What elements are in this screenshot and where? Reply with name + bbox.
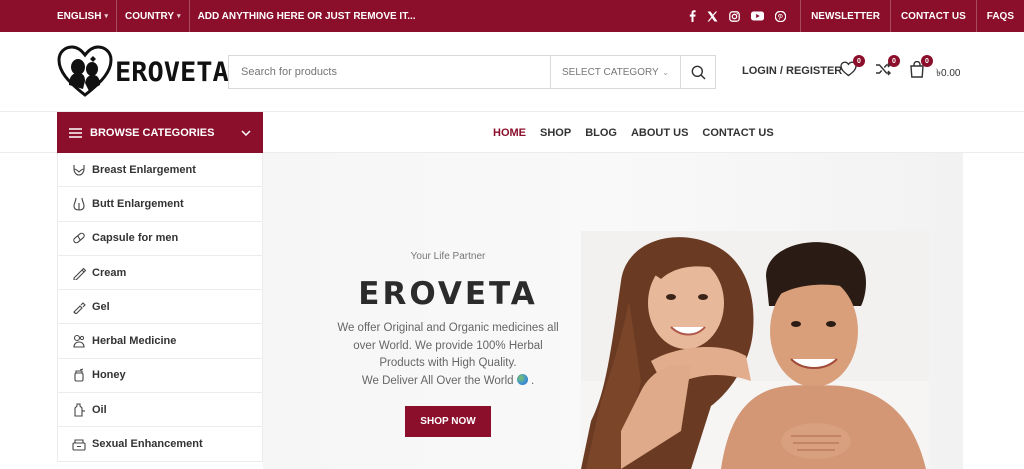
contact-link[interactable]: CONTACT US [891,0,977,32]
category-item-oil[interactable]: Oil [58,393,262,428]
hero-couple-image [581,231,929,469]
oil-bottle-icon [74,403,85,417]
chevron-down-icon: ⌄ [662,67,669,77]
navigation-row: BROWSE CATEGORIES HOME SHOP BLOG ABOUT U… [0,112,1024,153]
promo-text: ADD ANYTHING HERE OR JUST REMOVE IT... [197,10,416,22]
compare-count-badge: 0 [888,55,900,67]
pills-box-icon [72,439,86,451]
hero-title: EROVETA [358,276,538,312]
site-logo[interactable]: EROVETA [57,45,229,99]
category-sidebar: Breast Enlargement Butt Enlargement Caps… [57,153,263,462]
cream-tube-icon [73,267,86,280]
category-label: Cream [92,266,127,279]
hero-text: Your Life Partner EROVETA We offer Origi… [333,251,563,437]
chevron-down-icon [241,129,251,136]
nav-about-us[interactable]: ABOUT US [631,127,688,139]
wishlist-button[interactable]: 0 [840,55,865,82]
language-selector[interactable]: ENGLISH ▾ [0,0,117,32]
category-label: Gel [92,300,110,313]
category-label: Sexual Enhancement [92,438,203,451]
category-select-label: SELECT CATEGORY [562,66,659,78]
hero-description-2-row: We Deliver All Over the World . [361,373,535,387]
search-input[interactable] [229,56,550,88]
category-select[interactable]: SELECT CATEGORY ⌄ [550,56,680,88]
category-item-sexual-enhancement[interactable]: Sexual Enhancement [58,427,262,462]
category-label: Butt Enlargement [92,197,184,210]
top-bar: ENGLISH ▾ COUNTRY ▾ ADD ANYTHING HERE OR J… [0,0,1024,32]
login-register-link[interactable]: LOGIN / REGISTER [742,65,842,77]
shop-now-button[interactable]: SHOP NOW [405,406,491,437]
category-label: Breast Enlargement [92,163,196,176]
nav-shop[interactable]: SHOP [540,127,571,139]
hero-description-2: We Deliver All Over the World [361,374,514,387]
browse-categories-toggle[interactable]: BROWSE CATEGORIES [57,112,263,153]
category-label: Honey [92,369,126,382]
body-shape-icon [73,197,85,211]
category-label: Oil [92,403,107,416]
browse-categories-label: BROWSE CATEGORIES [90,126,215,139]
nav-contact-us[interactable]: CONTACT US [702,127,773,139]
social-links [689,0,802,32]
facebook-icon[interactable] [689,10,696,22]
logo-wordmark: EROVETA [115,56,229,88]
nav-blog[interactable]: BLOG [585,127,617,139]
dropper-icon [73,302,86,314]
page-content: Breast Enlargement Butt Enlargement Caps… [0,153,1024,469]
nav-home[interactable]: HOME [493,127,526,139]
main-menu: HOME SHOP BLOG ABOUT US CONTACT US [493,112,774,153]
pinterest-icon[interactable] [775,10,787,22]
site-header: EROVETA SELECT CATEGORY ⌄ LOGIN / REGIST… [0,32,1024,112]
category-label: Herbal Medicine [92,335,177,348]
hero-banner: Your Life Partner EROVETA We offer Origi… [263,153,963,469]
newsletter-link[interactable]: NEWSLETTER [801,0,891,32]
globe-icon [516,373,528,385]
country-selector[interactable]: COUNTRY ▾ [117,0,190,32]
hero-description: We offer Original and Organic medicines … [333,320,563,390]
category-item-breast-enlargement[interactable]: Breast Enlargement [58,153,262,188]
category-item-capsule-for-men[interactable]: Capsule for men [58,222,262,256]
category-item-herbal-medicine[interactable]: Herbal Medicine [58,324,262,359]
chevron-down-icon: ▾ [104,13,108,20]
wishlist-count-badge: 0 [853,55,865,67]
chevron-down-icon: ▾ [177,13,181,20]
compare-button[interactable]: 0 [875,55,900,82]
language-label: ENGLISH [57,10,102,22]
country-label: COUNTRY [124,10,175,22]
youtube-icon[interactable] [751,11,765,21]
capsule-icon [73,232,85,244]
category-item-gel[interactable]: Gel [58,290,262,325]
herbal-icon [73,335,85,348]
category-item-honey[interactable]: Honey [58,359,262,394]
faqs-link[interactable]: FAQS [977,0,1024,32]
search-button[interactable] [680,56,715,88]
menu-icon [69,127,82,138]
category-label: Capsule for men [92,232,179,245]
x-icon[interactable] [707,11,718,22]
honey-jar-icon [74,368,84,382]
heart-couple-logo-icon [57,45,113,97]
search-bar: SELECT CATEGORY ⌄ [228,55,716,89]
cart-count-badge: 0 [921,55,933,67]
category-item-cream[interactable]: Cream [58,256,262,291]
cart-total[interactable]: ৳0.00 [936,66,960,83]
bra-icon [73,164,85,176]
category-item-butt-enlargement[interactable]: Butt Enlargement [58,187,262,222]
hero-description-1: We offer Original and Organic medicines … [337,322,559,369]
cart-button[interactable]: 0 [909,55,933,83]
hero-tagline: Your Life Partner [410,251,486,262]
search-icon [691,65,706,80]
instagram-icon[interactable] [729,10,740,22]
